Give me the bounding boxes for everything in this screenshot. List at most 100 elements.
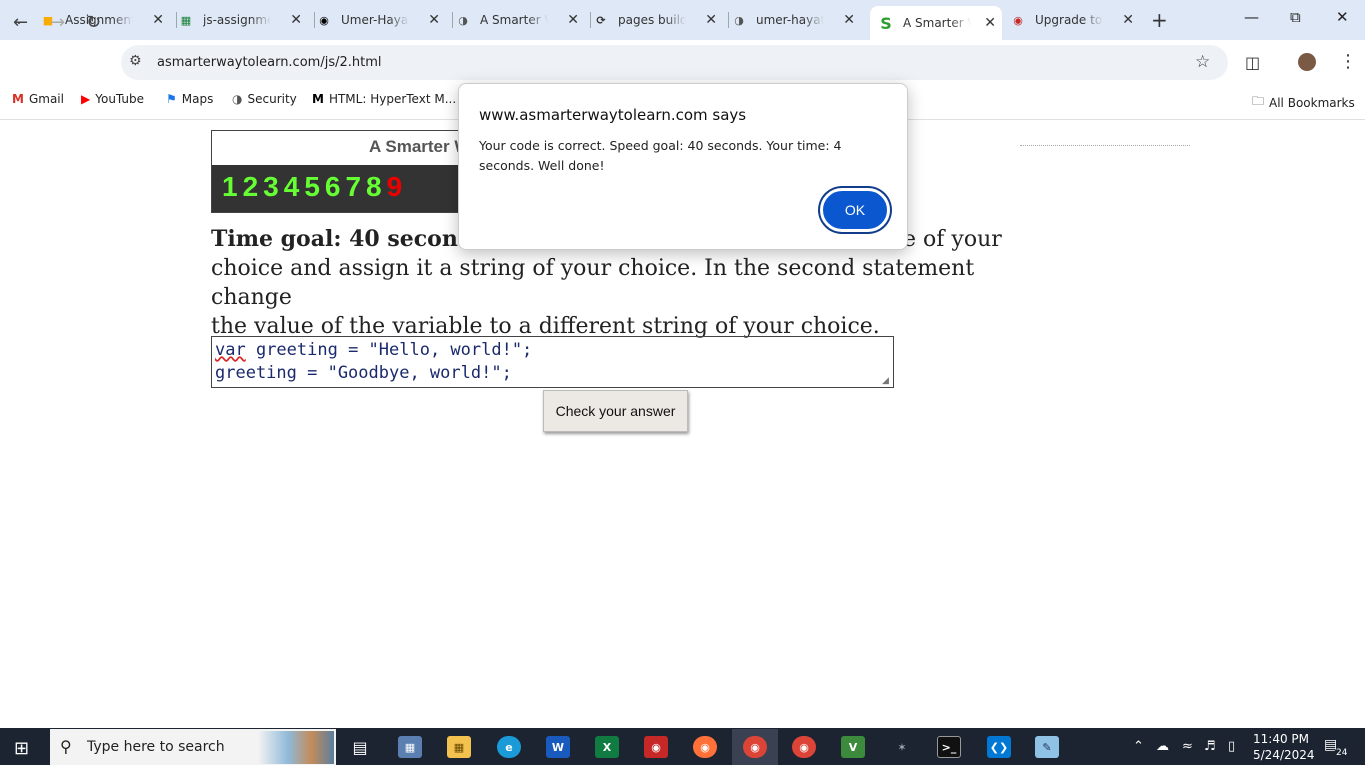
restore-button[interactable]: ⧉ [1290, 8, 1301, 26]
digit: 6 [324, 171, 346, 202]
file-explorer-icon[interactable]: ▦ [447, 736, 471, 758]
bookmark-security[interactable]: ◑ Security [232, 92, 297, 106]
close-icon[interactable]: ✕ [705, 12, 717, 28]
new-tab-button[interactable]: + [1151, 8, 1168, 32]
firefox-icon[interactable]: ◉ [693, 736, 717, 758]
search-icon: ⚲ [60, 737, 72, 756]
chrome-profile-icon[interactable]: ◉ [792, 736, 816, 758]
recorder-icon[interactable]: ◉ [644, 736, 668, 758]
tab-title: A Smarter W [903, 16, 971, 30]
bookmark-maps[interactable]: ⚑ Maps [166, 92, 213, 106]
wifi-icon[interactable]: ≈ [1182, 739, 1193, 754]
menu-icon[interactable]: ⋮ [1339, 51, 1357, 72]
tab-separator [590, 12, 591, 28]
extensions-icon[interactable]: ◫ [1245, 53, 1260, 72]
notepad-icon[interactable]: ✎ [1035, 736, 1059, 758]
avatar[interactable] [1298, 53, 1316, 71]
close-icon[interactable]: ✕ [843, 12, 855, 28]
tab-title: A Smarter W [480, 13, 548, 27]
digit-current: 9 [386, 171, 408, 202]
vite-icon[interactable]: V [841, 736, 865, 758]
tab-6[interactable]: ◑ umer-hayat ✕ [731, 6, 861, 34]
digit: 4 [283, 171, 305, 202]
plus-icon: + [1151, 8, 1168, 32]
digit: 8 [366, 171, 387, 202]
tab-4[interactable]: ◑ A Smarter W ✕ [455, 6, 585, 34]
close-icon[interactable]: ✕ [428, 12, 440, 28]
time-goal: Time goal: 40 second [211, 226, 474, 252]
tab-separator [314, 12, 315, 28]
bookmark-label: Maps [181, 92, 214, 106]
word-icon[interactable]: W [546, 736, 570, 758]
check-answer-button[interactable]: Check your answer [543, 390, 688, 432]
url-text[interactable]: asmarterwaytolearn.com/js/2.html [157, 55, 382, 70]
gmail-icon: M [12, 92, 24, 106]
resize-handle-icon[interactable]: ◢ [882, 376, 889, 386]
tab-title: pages build [618, 13, 686, 27]
close-icon[interactable]: ✕ [152, 12, 164, 28]
tab-separator [452, 12, 453, 28]
globe-icon: ◑ [458, 13, 468, 27]
code-keyword: var [215, 340, 246, 360]
bookmark-label: Gmail [28, 92, 64, 106]
close-icon[interactable]: ✕ [567, 12, 579, 28]
google-sheets-icon: ▦ [180, 13, 192, 27]
instruction-fragment: e of your [903, 227, 1002, 252]
chrome-icon[interactable]: ◉ [743, 736, 767, 758]
chevron-up-icon[interactable]: ⌃ [1133, 739, 1144, 754]
digit: 3 [263, 171, 284, 202]
bookmark-html[interactable]: M HTML: HyperText M... [312, 92, 456, 106]
tab-3[interactable]: ◉ Umer-Hayat ✕ [316, 6, 446, 34]
tab-8[interactable]: ◉ Upgrade to ✕ [1010, 6, 1140, 34]
globe-icon: ◑ [232, 92, 243, 106]
tab-separator [176, 12, 177, 28]
youtube-icon: ▶ [81, 92, 91, 106]
vscode-icon[interactable]: ❮❯ [987, 736, 1011, 758]
bookmark-gmail[interactable]: M Gmail [12, 92, 64, 106]
close-icon[interactable]: ✕ [1122, 12, 1134, 28]
reload-button[interactable]: ↻ [86, 12, 101, 33]
reload-icon: ↻ [86, 12, 102, 33]
digit: 7 [345, 171, 367, 202]
task-view-icon[interactable]: ▤ [348, 736, 372, 758]
excel-icon[interactable]: X [595, 736, 619, 758]
dialog-message: Your code is correct. Speed goal: 40 sec… [479, 138, 842, 173]
bookmark-youtube[interactable]: ▶ YouTube [81, 92, 144, 106]
search-placeholder[interactable]: Type here to search [87, 739, 225, 755]
banner-title: A Smarter W [369, 137, 471, 156]
code-input[interactable]: var greeting = "Hello, world!"; greeting… [211, 336, 894, 388]
network-tool-icon[interactable]: ✶ [890, 736, 914, 758]
minimize-button[interactable]: — [1244, 8, 1259, 26]
volume-icon[interactable]: ♬ [1204, 739, 1216, 754]
globe-icon: ◑ [734, 13, 744, 27]
folder-icon: 🗀 [1252, 94, 1265, 108]
battery-icon[interactable]: ▯ [1228, 739, 1235, 754]
bookmark-star-icon[interactable]: ☆ [1195, 52, 1210, 72]
github-icon: ◉ [319, 13, 329, 27]
minimize-icon: — [1244, 8, 1259, 26]
bookmark-label: YouTube [95, 92, 145, 106]
terminal-icon[interactable]: >_ [937, 736, 961, 758]
file-explorer-alt-icon[interactable]: ▦ [398, 736, 422, 758]
cloud-icon[interactable]: ☁ [1156, 739, 1169, 754]
back-button[interactable]: ← [13, 12, 28, 33]
dialog-title: www.asmarterwaytolearn.com says [479, 106, 747, 124]
digit: 5 [304, 171, 325, 202]
tab-7-active[interactable]: S A Smarter W ✕ [870, 6, 1002, 40]
close-icon[interactable]: ✕ [984, 15, 996, 31]
close-icon[interactable]: ✕ [290, 12, 302, 28]
windows-start-icon[interactable]: ⊞ [14, 738, 29, 759]
site-info-icon[interactable]: ⚙ [129, 53, 142, 69]
close-window-button[interactable]: ✕ [1336, 8, 1349, 26]
all-bookmarks[interactable]: 🗀 All Bookmarks [1252, 92, 1355, 113]
tab-2[interactable]: ▦ js-assignment ✕ [178, 6, 308, 34]
instruction-line: choice and assign it a string of your ch… [211, 256, 975, 310]
tab-separator [728, 12, 729, 28]
forward-button[interactable]: → [50, 12, 65, 33]
system-clock[interactable]: 11:40 PM 5/24/2024 [1253, 731, 1315, 763]
ok-button[interactable]: OK [820, 188, 890, 232]
tab-5[interactable]: ⟳ pages build ✕ [593, 6, 723, 34]
edge-icon[interactable]: e [497, 736, 521, 758]
counter-digits: 123456789 [222, 171, 407, 203]
divider [1020, 145, 1190, 146]
